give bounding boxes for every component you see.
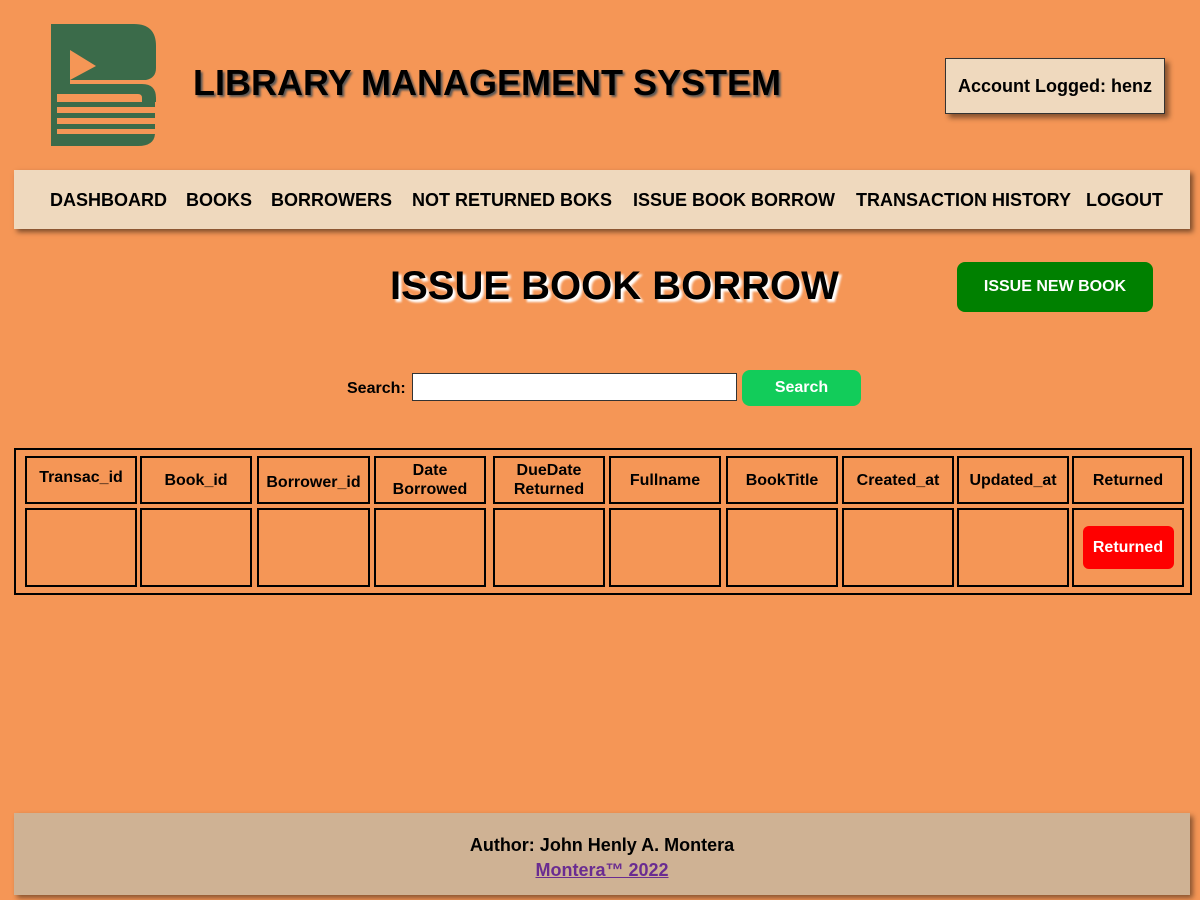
library-logo-icon	[50, 22, 158, 148]
nav-dashboard[interactable]: DASHBOARD	[50, 190, 167, 211]
page-heading: ISSUE BOOK BORROW	[390, 264, 839, 308]
column-header-borrower-id: Borrower_id	[257, 456, 370, 504]
table-cell	[957, 508, 1069, 587]
table-cell	[726, 508, 838, 587]
issue-new-book-button[interactable]: ISSUE NEW BOOK	[957, 262, 1153, 312]
column-header-created-at: Created_at	[842, 456, 954, 504]
nav-not-returned-books[interactable]: NOT RETURNED BOKS	[412, 190, 612, 211]
search-label: Search:	[347, 380, 406, 397]
column-header-updated-at: Updated_at	[957, 456, 1069, 504]
nav-books[interactable]: BOOKS	[186, 190, 252, 211]
nav-issue-book-borrow[interactable]: ISSUE BOOK BORROW	[633, 190, 835, 211]
footer-author: Author: John Henly A. Montera	[469, 835, 735, 855]
footer-copyright-link[interactable]: Montera™ 2022	[535, 860, 668, 880]
nav-transaction-history[interactable]: TRANSACTION HISTORY	[856, 190, 1071, 211]
column-header-booktitle: BookTitle	[726, 456, 838, 504]
column-header-fullname: Fullname	[609, 456, 721, 504]
page: LIBRARY MANAGEMENT SYSTEM Account Logged…	[0, 0, 1200, 900]
nav-borrowers[interactable]: BORROWERS	[271, 190, 392, 211]
table-cell	[374, 508, 486, 587]
borrow-table: Transac_id Book_id Borrower_id Date Borr…	[14, 448, 1192, 595]
table-cell	[842, 508, 954, 587]
site-title: LIBRARY MANAGEMENT SYSTEM	[193, 62, 782, 103]
table-cell	[609, 508, 721, 587]
column-header-transac-id: Transac_id	[25, 456, 137, 504]
column-header-duedate-returned: DueDate Returned	[493, 456, 605, 504]
main-navbar: DASHBOARD BOOKS BORROWERS NOT RETURNED B…	[14, 170, 1190, 229]
table-cell	[493, 508, 605, 587]
nav-logout[interactable]: LOGOUT	[1086, 190, 1163, 211]
column-header-date-borrowed: Date Borrowed	[374, 456, 486, 504]
footer-link-container: Montera™ 2022	[14, 860, 1190, 881]
table-cell	[140, 508, 252, 587]
returned-button[interactable]: Returned	[1082, 526, 1174, 569]
search-button[interactable]: Search	[742, 370, 861, 406]
footer: Author: John Henly A. Montera Montera™ 2…	[14, 813, 1190, 895]
table-cell	[257, 508, 370, 587]
account-logged-badge: Account Logged: henz	[945, 58, 1165, 114]
column-header-returned: Returned	[1072, 456, 1184, 504]
table-cell-returned: Returned	[1072, 508, 1184, 587]
column-header-book-id: Book_id	[140, 456, 252, 504]
search-input[interactable]	[412, 373, 737, 401]
table-cell	[25, 508, 137, 587]
